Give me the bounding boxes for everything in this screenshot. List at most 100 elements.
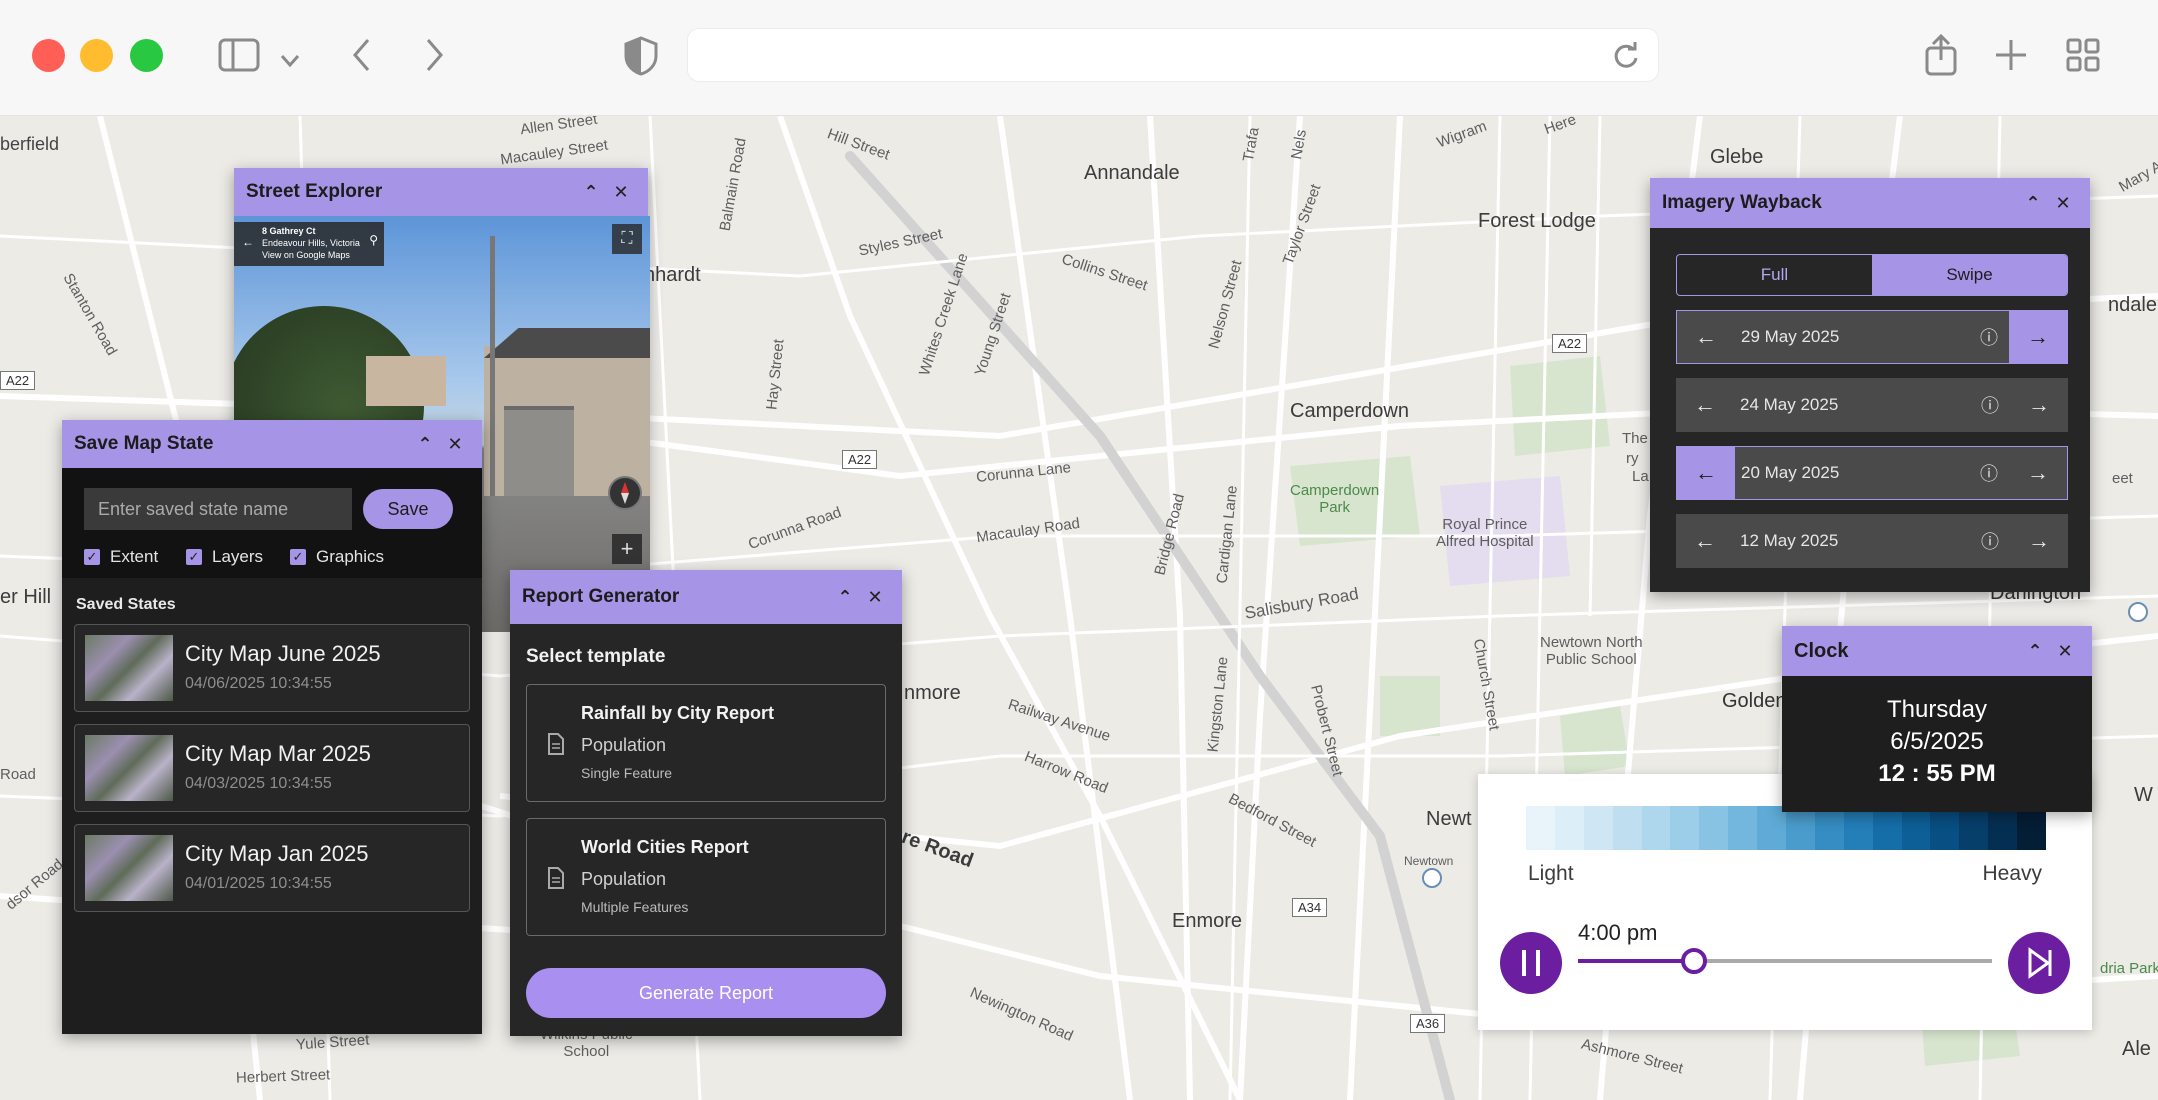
ramp-low-label: Light: [1528, 862, 1574, 885]
minimize-window-button[interactable]: [80, 39, 113, 72]
map-label: er Hill: [0, 586, 52, 608]
arrow-right-icon[interactable]: →: [2009, 446, 2067, 500]
route-shield: A22: [1552, 334, 1588, 353]
arrow-left-icon[interactable]: ←: [1677, 446, 1735, 500]
fullscreen-icon[interactable]: ⛶: [612, 224, 642, 254]
share-icon[interactable]: [1924, 33, 1958, 82]
wayback-date: 12 May 2025: [1740, 531, 1839, 550]
state-name: City Map Jan 2025: [185, 841, 369, 866]
imagery-wayback-header: Imagery Wayback ⌃ ✕: [1650, 178, 2090, 228]
ramp-swatch: [1872, 806, 1902, 850]
garage-door-graphic: [504, 406, 574, 496]
pause-icon: [1522, 950, 1540, 976]
mode-swipe-button[interactable]: Swipe: [1872, 255, 2067, 295]
collapse-icon[interactable]: ⌃: [2020, 641, 2050, 662]
next-step-button[interactable]: [2008, 932, 2070, 994]
arrow-right-icon[interactable]: →: [2010, 378, 2068, 432]
template-card[interactable]: World Cities Report Population Multiple …: [526, 818, 886, 936]
checkbox-check-icon: ✓: [290, 549, 306, 565]
google-maps-link[interactable]: View on Google Maps: [262, 249, 384, 261]
current-time-label: 4:00 pm: [1578, 920, 1658, 945]
extent-checkbox[interactable]: ✓ Extent: [84, 547, 158, 567]
zoom-window-button[interactable]: [130, 39, 163, 72]
wayback-date-row[interactable]: ← 12 May 2025 ⓘ →: [1676, 514, 2068, 568]
clock-day: Thursday: [1886, 696, 1988, 723]
tab-overview-icon[interactable]: [2066, 38, 2100, 78]
route-shield: A36: [1410, 1014, 1446, 1033]
location-pin-icon[interactable]: ⚲: [369, 234, 378, 246]
time-slider-track[interactable]: [1578, 948, 1992, 974]
sidebar-icon[interactable]: [218, 38, 260, 78]
pause-button[interactable]: [1500, 932, 1562, 994]
compass-icon[interactable]: [608, 476, 642, 510]
map-label: Annandale: [1084, 162, 1180, 184]
wayback-date-row[interactable]: ← 20 May 2025 ⓘ →: [1676, 446, 2068, 500]
ramp-swatch: [2017, 806, 2047, 850]
info-icon[interactable]: ⓘ: [1970, 528, 2010, 554]
wayback-date-row[interactable]: ← 29 May 2025 ⓘ →: [1676, 310, 2068, 364]
ramp-high-label: Heavy: [1982, 862, 2042, 885]
close-icon[interactable]: ✕: [860, 587, 890, 608]
ramp-swatch: [1757, 806, 1787, 850]
address-bar[interactable]: [687, 28, 1659, 82]
mode-full-button[interactable]: Full: [1677, 255, 1872, 295]
saved-state-name-input[interactable]: Enter saved state name: [84, 488, 352, 530]
graphics-checkbox[interactable]: ✓ Graphics: [290, 547, 384, 567]
zoom-in-icon[interactable]: +: [612, 534, 642, 564]
arrow-right-icon[interactable]: →: [2010, 514, 2068, 568]
close-icon[interactable]: ✕: [606, 182, 636, 203]
back-arrow-icon[interactable]: ←: [242, 236, 254, 248]
info-icon[interactable]: ⓘ: [1969, 324, 2009, 350]
ramp-swatch: [1959, 806, 1989, 850]
template-card[interactable]: Rainfall by City Report Population Singl…: [526, 684, 886, 802]
saved-state-item[interactable]: City Map Jan 2025 04/01/2025 10:34:55: [74, 824, 470, 912]
time-slider-thumb[interactable]: [1680, 948, 1707, 974]
collapse-icon[interactable]: ⌃: [2018, 193, 2048, 214]
save-button[interactable]: Save: [363, 489, 453, 529]
ramp-swatch: [1641, 806, 1671, 850]
chevron-down-icon[interactable]: [280, 44, 300, 74]
location-card[interactable]: 8 Gathrey Ct Endeavour Hills, Victoria V…: [234, 222, 384, 266]
close-icon[interactable]: ✕: [2048, 193, 2078, 214]
layers-checkbox[interactable]: ✓ Layers: [186, 547, 263, 567]
route-shield: A22: [842, 450, 878, 469]
map-label: Enmore: [1172, 910, 1243, 932]
generate-report-button[interactable]: Generate Report: [526, 968, 886, 1018]
state-thumbnail: [85, 635, 173, 701]
imagery-wayback-panel: Imagery Wayback ⌃ ✕ Full Swipe ← 29 May …: [1650, 178, 2090, 592]
arrow-left-icon[interactable]: ←: [1676, 378, 1734, 432]
reload-icon[interactable]: [1612, 42, 1640, 75]
ramp-swatch: [1901, 806, 1931, 850]
shield-privacy-icon[interactable]: [624, 36, 658, 82]
arrow-left-icon[interactable]: ←: [1677, 310, 1735, 364]
back-icon[interactable]: [352, 38, 372, 78]
info-icon[interactable]: ⓘ: [1969, 460, 2009, 486]
collapse-icon[interactable]: ⌃: [410, 434, 440, 455]
close-window-button[interactable]: [32, 39, 65, 72]
saved-state-item[interactable]: City Map Mar 2025 04/03/2025 10:34:55: [74, 724, 470, 812]
map-label: Road: [0, 766, 36, 783]
map-label: W: [2134, 784, 2153, 806]
time-slider-fill: [1578, 959, 1694, 963]
wayback-date-row[interactable]: ← 24 May 2025 ⓘ →: [1676, 378, 2068, 432]
state-name: City Map June 2025: [185, 641, 381, 666]
forward-icon[interactable]: [424, 38, 444, 78]
arrow-right-icon[interactable]: →: [2009, 310, 2067, 364]
clock-display: Thursday 6/5/2025 12 : 55 PM: [1782, 676, 2092, 812]
report-generator-header: Report Generator ⌃ ✕: [510, 570, 902, 624]
info-icon[interactable]: ⓘ: [1970, 392, 2010, 418]
collapse-icon[interactable]: ⌃: [576, 182, 606, 203]
wayback-date: 24 May 2025: [1740, 395, 1839, 414]
arrow-left-icon[interactable]: ←: [1676, 514, 1734, 568]
map-label: Glebe: [1710, 146, 1764, 168]
saved-state-item[interactable]: City Map June 2025 04/06/2025 10:34:55: [74, 624, 470, 712]
state-thumbnail: [85, 735, 173, 801]
new-tab-icon[interactable]: [1996, 40, 2026, 76]
close-icon[interactable]: ✕: [2050, 641, 2080, 662]
close-icon[interactable]: ✕: [440, 434, 470, 455]
train-station-icon: [1422, 868, 1442, 888]
state-thumbnail: [85, 835, 173, 901]
ramp-swatch: [1814, 806, 1844, 850]
map-label: berfield: [0, 134, 60, 154]
collapse-icon[interactable]: ⌃: [830, 587, 860, 608]
